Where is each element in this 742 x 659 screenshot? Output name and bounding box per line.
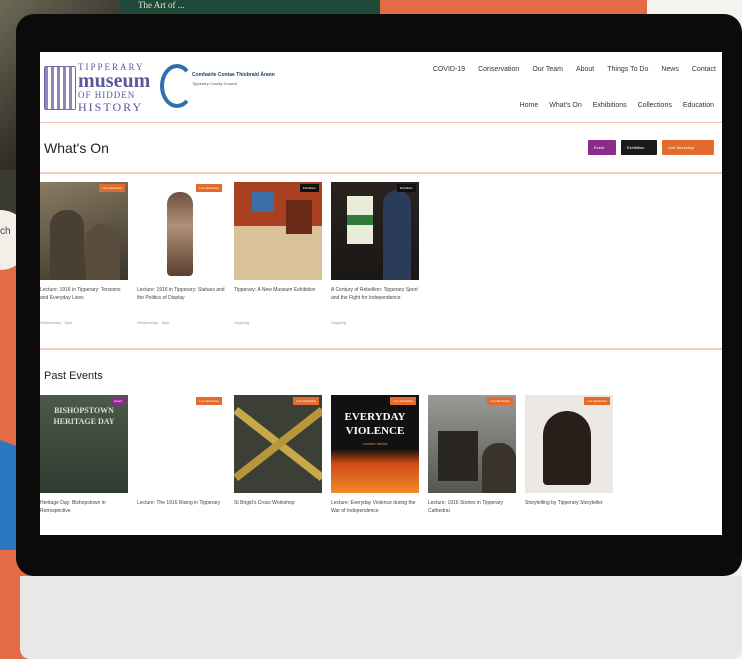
top-nav: COVID-19 Conservation Our Team About Thi… [433, 66, 716, 73]
event-title[interactable]: Lecture: 1916 in Tipperary: Tensions and… [40, 286, 128, 318]
event-date: Wednesday · 6pm [40, 320, 73, 325]
event-thumbnail[interactable]: Live Workshop [137, 395, 225, 493]
council-logo-icon[interactable] [160, 64, 194, 108]
event-date: Ongoing [331, 320, 347, 325]
event-thumbnail[interactable]: BISHOPSTOWN HERITAGE DAY Event [40, 395, 128, 493]
thumbnail-text: BISHOPSTOWN HERITAGE DAY [53, 406, 115, 426]
section-divider [40, 348, 722, 350]
mannequin-image [383, 190, 411, 280]
past-event-card[interactable]: Live Workshop Lecture: The 1916 Rising i… [137, 395, 225, 531]
logo-line-3: OF HIDDEN [78, 90, 136, 100]
event-card[interactable]: Exhibition Tipperary: A New Museum Exhib… [234, 182, 322, 325]
event-date: Ongoing [234, 320, 250, 325]
past-events-cards: BISHOPSTOWN HERITAGE DAY Event Heritage … [40, 395, 613, 531]
event-card[interactable]: Live Workshop Lecture: 1916 in Tipperary… [137, 182, 225, 325]
event-tag: Live Workshop [196, 184, 222, 192]
past-event-card[interactable]: Live Workshop Storytelling by Tipperary … [525, 395, 613, 531]
banner-text: The Art of ... [138, 0, 185, 10]
event-thumbnail[interactable]: Live Workshop [40, 182, 128, 280]
photo-figure [482, 443, 516, 493]
thumbnail-text: Lecture series [362, 441, 388, 446]
event-card[interactable]: Exhibition A Century of Rebellion: Tippe… [331, 182, 419, 325]
thumbnail-text: VIOLENCE [345, 425, 405, 437]
museum-logo-icon [44, 66, 76, 110]
filter-live-workshop-button[interactable]: Live Workshop [662, 140, 714, 155]
browser-screen: TIPPERARY museum OF HIDDEN HISTORY Comha… [40, 52, 722, 535]
event-title[interactable]: Lecture: The 1916 Rising in Tipperary [137, 499, 225, 531]
event-thumbnail[interactable]: Live Workshop [428, 395, 516, 493]
event-tag: Exhibition [396, 184, 416, 192]
event-title[interactable]: Lecture: 1916 Stories in Tipperary Cathe… [428, 499, 516, 531]
event-thumbnail[interactable]: EVERYDAY VIOLENCE Lecture series Live Wo… [331, 395, 419, 493]
top-nav-news[interactable]: News [661, 66, 679, 73]
event-thumbnail[interactable]: Live Workshop [525, 395, 613, 493]
event-date: Wednesday · 6pm [137, 320, 170, 325]
exhibit-image [252, 192, 274, 212]
event-thumbnail[interactable]: Live Workshop [234, 395, 322, 493]
photo-figure [86, 224, 120, 280]
whats-on-title: What's On [44, 140, 109, 156]
event-title[interactable]: Lecture: 1916 in Tipperary: Statues and … [137, 286, 225, 318]
past-event-card[interactable]: BISHOPSTOWN HERITAGE DAY Event Heritage … [40, 395, 128, 531]
main-nav-exhibitions[interactable]: Exhibitions [593, 102, 627, 109]
event-title[interactable]: Lecture: Everyday Violence during the Wa… [331, 499, 419, 531]
event-title[interactable]: Heritage Day: Bishopstown in Retrospecti… [40, 499, 128, 531]
event-thumbnail[interactable]: Exhibition [331, 182, 419, 280]
top-nav-contact[interactable]: Contact [692, 66, 716, 73]
event-thumbnail[interactable]: Exhibition [234, 182, 322, 280]
event-title[interactable]: A Century of Rebellion: Tipperary Sport … [331, 286, 419, 318]
event-tag: Live Workshop [196, 397, 222, 405]
exhibit-image [286, 200, 312, 234]
top-nav-conservation[interactable]: Conservation [478, 66, 519, 73]
past-event-card[interactable]: Live Workshop St Brigid's Cross Workshop [234, 395, 322, 531]
logo-line-4: HISTORY [78, 100, 144, 114]
event-title[interactable]: Tipperary: A New Museum Exhibition [234, 286, 322, 318]
past-event-card[interactable]: EVERYDAY VIOLENCE Lecture series Live Wo… [331, 395, 419, 531]
event-tag: Live Workshop [293, 397, 319, 405]
filter-event-button[interactable]: Event [588, 140, 616, 155]
past-events-title: Past Events [44, 370, 103, 382]
thumbnail-text: EVERYDAY [344, 411, 406, 423]
laptop-base [20, 576, 742, 659]
event-tag: Live Workshop [584, 397, 610, 405]
statue-image [167, 192, 193, 276]
main-nav-whats-on[interactable]: What's On [549, 102, 581, 109]
top-nav-things-to-do[interactable]: Things To Do [607, 66, 648, 73]
top-nav-covid[interactable]: COVID-19 [433, 66, 465, 73]
museum-logo[interactable]: TIPPERARY museum OF HIDDEN HISTORY [44, 60, 150, 116]
event-tag: Live Workshop [99, 184, 125, 192]
main-nav: Home What's On Exhibitions Collections E… [520, 102, 714, 109]
event-card[interactable]: Live Workshop Lecture: 1916 in Tipperary… [40, 182, 128, 325]
event-tag: Live Workshop [390, 397, 416, 405]
event-tag: Exhibition [299, 184, 319, 192]
background-edge-text: ch [0, 226, 11, 237]
main-nav-collections[interactable]: Collections [638, 102, 672, 109]
building-image [438, 431, 478, 481]
storyteller-image [543, 411, 591, 485]
photo-figure [50, 210, 84, 280]
council-name: Comhairle Contae Thiobraid Árann [192, 72, 275, 78]
filter-bar: Event Exhibition Live Workshop [588, 140, 714, 155]
section-divider [40, 172, 722, 174]
event-title[interactable]: St Brigid's Cross Workshop [234, 499, 322, 531]
main-nav-education[interactable]: Education [683, 102, 714, 109]
whats-on-cards: Live Workshop Lecture: 1916 in Tipperary… [40, 182, 419, 325]
site-header: TIPPERARY museum OF HIDDEN HISTORY Comha… [40, 52, 722, 123]
council-subtitle: Tipperary County Council [192, 81, 237, 86]
filter-exhibition-button[interactable]: Exhibition [621, 140, 657, 155]
event-tag: Event [111, 397, 125, 405]
event-thumbnail[interactable]: Live Workshop [137, 182, 225, 280]
top-nav-our-team[interactable]: Our Team [532, 66, 563, 73]
past-event-card[interactable]: Live Workshop Lecture: 1916 Stories in T… [428, 395, 516, 531]
event-tag: Live Workshop [487, 397, 513, 405]
jersey-image [347, 196, 373, 244]
event-title[interactable]: Storytelling by Tipperary Storyteller [525, 499, 613, 531]
top-nav-about[interactable]: About [576, 66, 594, 73]
main-nav-home[interactable]: Home [520, 102, 539, 109]
